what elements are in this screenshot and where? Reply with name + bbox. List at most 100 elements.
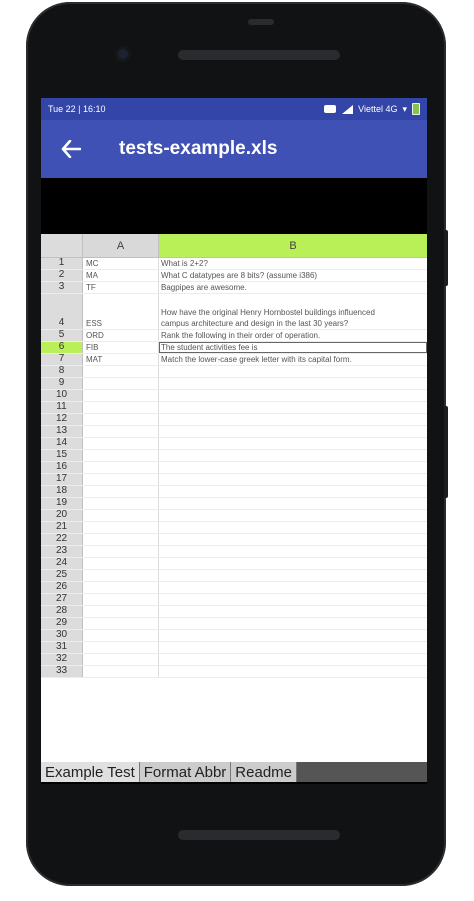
row-number[interactable]: 1 <box>41 257 83 269</box>
row-number[interactable]: 29 <box>41 617 83 629</box>
cell-b[interactable] <box>159 522 427 533</box>
cell-a[interactable]: TF <box>83 282 159 293</box>
table-row[interactable]: 28 <box>41 605 427 618</box>
row-number[interactable]: 18 <box>41 485 83 497</box>
table-row[interactable]: 17 <box>41 473 427 486</box>
table-row[interactable]: 18 <box>41 485 427 498</box>
cell-b[interactable]: What C datatypes are 8 bits? (assume i38… <box>159 270 427 281</box>
row-number[interactable]: 33 <box>41 665 83 677</box>
table-row[interactable]: 32 <box>41 653 427 666</box>
table-row[interactable]: 15 <box>41 449 427 462</box>
row-number[interactable]: 8 <box>41 365 83 377</box>
cell-b[interactable] <box>159 546 427 557</box>
cell-b[interactable] <box>159 450 427 461</box>
table-row[interactable]: 29 <box>41 617 427 630</box>
row-number[interactable]: 11 <box>41 401 83 413</box>
cell-b[interactable]: Rank the following in their order of ope… <box>159 330 427 341</box>
tab-format-abbr[interactable]: Format Abbr <box>139 762 232 782</box>
cell-a[interactable] <box>83 654 159 665</box>
cell-a[interactable] <box>83 510 159 521</box>
cell-b[interactable] <box>159 498 427 509</box>
cell-b[interactable] <box>159 414 427 425</box>
row-number[interactable]: 22 <box>41 533 83 545</box>
cell-b[interactable]: Bagpipes are awesome. <box>159 282 427 293</box>
cell-b[interactable] <box>159 654 427 665</box>
cell-b[interactable] <box>159 534 427 545</box>
row-number[interactable]: 17 <box>41 473 83 485</box>
table-row[interactable]: 12 <box>41 413 427 426</box>
row-number[interactable]: 23 <box>41 545 83 557</box>
tab-readme[interactable]: Readme <box>231 762 297 782</box>
cell-b[interactable]: What is 2+2? <box>159 258 427 269</box>
cell-b[interactable] <box>159 366 427 377</box>
row-number[interactable]: 31 <box>41 641 83 653</box>
cell-a[interactable] <box>83 462 159 473</box>
table-row[interactable]: 4 ESS How have the original Henry Hornbost… <box>41 294 427 330</box>
cell-b[interactable] <box>159 390 427 401</box>
cell-a[interactable] <box>83 474 159 485</box>
table-row[interactable]: 14 <box>41 437 427 450</box>
table-row[interactable]: 11 <box>41 401 427 414</box>
table-row[interactable]: 22 <box>41 533 427 546</box>
row-number[interactable]: 4 <box>41 294 83 329</box>
cell-a[interactable] <box>83 642 159 653</box>
table-row[interactable]: 13 <box>41 425 427 438</box>
table-row[interactable]: 26 <box>41 581 427 594</box>
row-number[interactable]: 14 <box>41 437 83 449</box>
cell-b[interactable] <box>159 378 427 389</box>
table-row[interactable]: 2 MA What C datatypes are 8 bits? (assume … <box>41 269 427 282</box>
cell-a[interactable]: FIB <box>83 342 159 353</box>
table-row[interactable]: 10 <box>41 389 427 402</box>
cell-a[interactable] <box>83 534 159 545</box>
cell-a[interactable] <box>83 558 159 569</box>
spreadsheet-grid[interactable]: A B 1 MC What is 2+2? 2 MA What C datatypes a… <box>41 234 427 762</box>
cell-b[interactable] <box>159 558 427 569</box>
table-row[interactable]: 25 <box>41 569 427 582</box>
cell-b[interactable] <box>159 594 427 605</box>
row-number[interactable]: 6 <box>41 341 83 353</box>
table-row[interactable]: 6 FIB The student activities fee is <box>41 341 427 354</box>
cell-a[interactable] <box>83 618 159 629</box>
cell-b[interactable]: The student activities fee is <box>159 342 427 353</box>
cell-a[interactable]: ORD <box>83 330 159 341</box>
column-header-b[interactable]: B <box>159 234 427 258</box>
row-number[interactable]: 9 <box>41 377 83 389</box>
table-row[interactable]: 30 <box>41 629 427 642</box>
cell-b[interactable] <box>159 666 427 677</box>
table-row[interactable]: 16 <box>41 461 427 474</box>
table-row[interactable]: 33 <box>41 665 427 678</box>
cell-a[interactable] <box>83 582 159 593</box>
cell-a[interactable] <box>83 438 159 449</box>
table-row[interactable]: 23 <box>41 545 427 558</box>
row-number[interactable]: 27 <box>41 593 83 605</box>
table-row[interactable]: 3 TF Bagpipes are awesome. <box>41 281 427 294</box>
cell-a[interactable] <box>83 546 159 557</box>
cell-b[interactable] <box>159 642 427 653</box>
cell-a[interactable]: ESS <box>83 294 159 329</box>
table-row[interactable]: 7 MAT Match the lower-case greek letter wi… <box>41 353 427 366</box>
cell-a[interactable]: MAT <box>83 354 159 365</box>
cell-a[interactable] <box>83 666 159 677</box>
table-row[interactable]: 24 <box>41 557 427 570</box>
table-row[interactable]: 1 MC What is 2+2? <box>41 257 427 270</box>
cell-a[interactable] <box>83 570 159 581</box>
cell-a[interactable] <box>83 414 159 425</box>
cell-b[interactable] <box>159 462 427 473</box>
row-number[interactable]: 21 <box>41 521 83 533</box>
cell-b[interactable] <box>159 618 427 629</box>
cell-a[interactable] <box>83 606 159 617</box>
row-number[interactable]: 30 <box>41 629 83 641</box>
cell-a[interactable]: MA <box>83 270 159 281</box>
row-number[interactable]: 13 <box>41 425 83 437</box>
row-number[interactable]: 3 <box>41 281 83 293</box>
row-number[interactable]: 20 <box>41 509 83 521</box>
cell-b[interactable] <box>159 486 427 497</box>
column-header-a[interactable]: A <box>83 234 159 258</box>
cell-b[interactable] <box>159 474 427 485</box>
cell-b[interactable] <box>159 582 427 593</box>
cell-a[interactable] <box>83 390 159 401</box>
cell-a[interactable]: MC <box>83 258 159 269</box>
table-row[interactable]: 20 <box>41 509 427 522</box>
cell-a[interactable] <box>83 486 159 497</box>
cell-b[interactable] <box>159 402 427 413</box>
